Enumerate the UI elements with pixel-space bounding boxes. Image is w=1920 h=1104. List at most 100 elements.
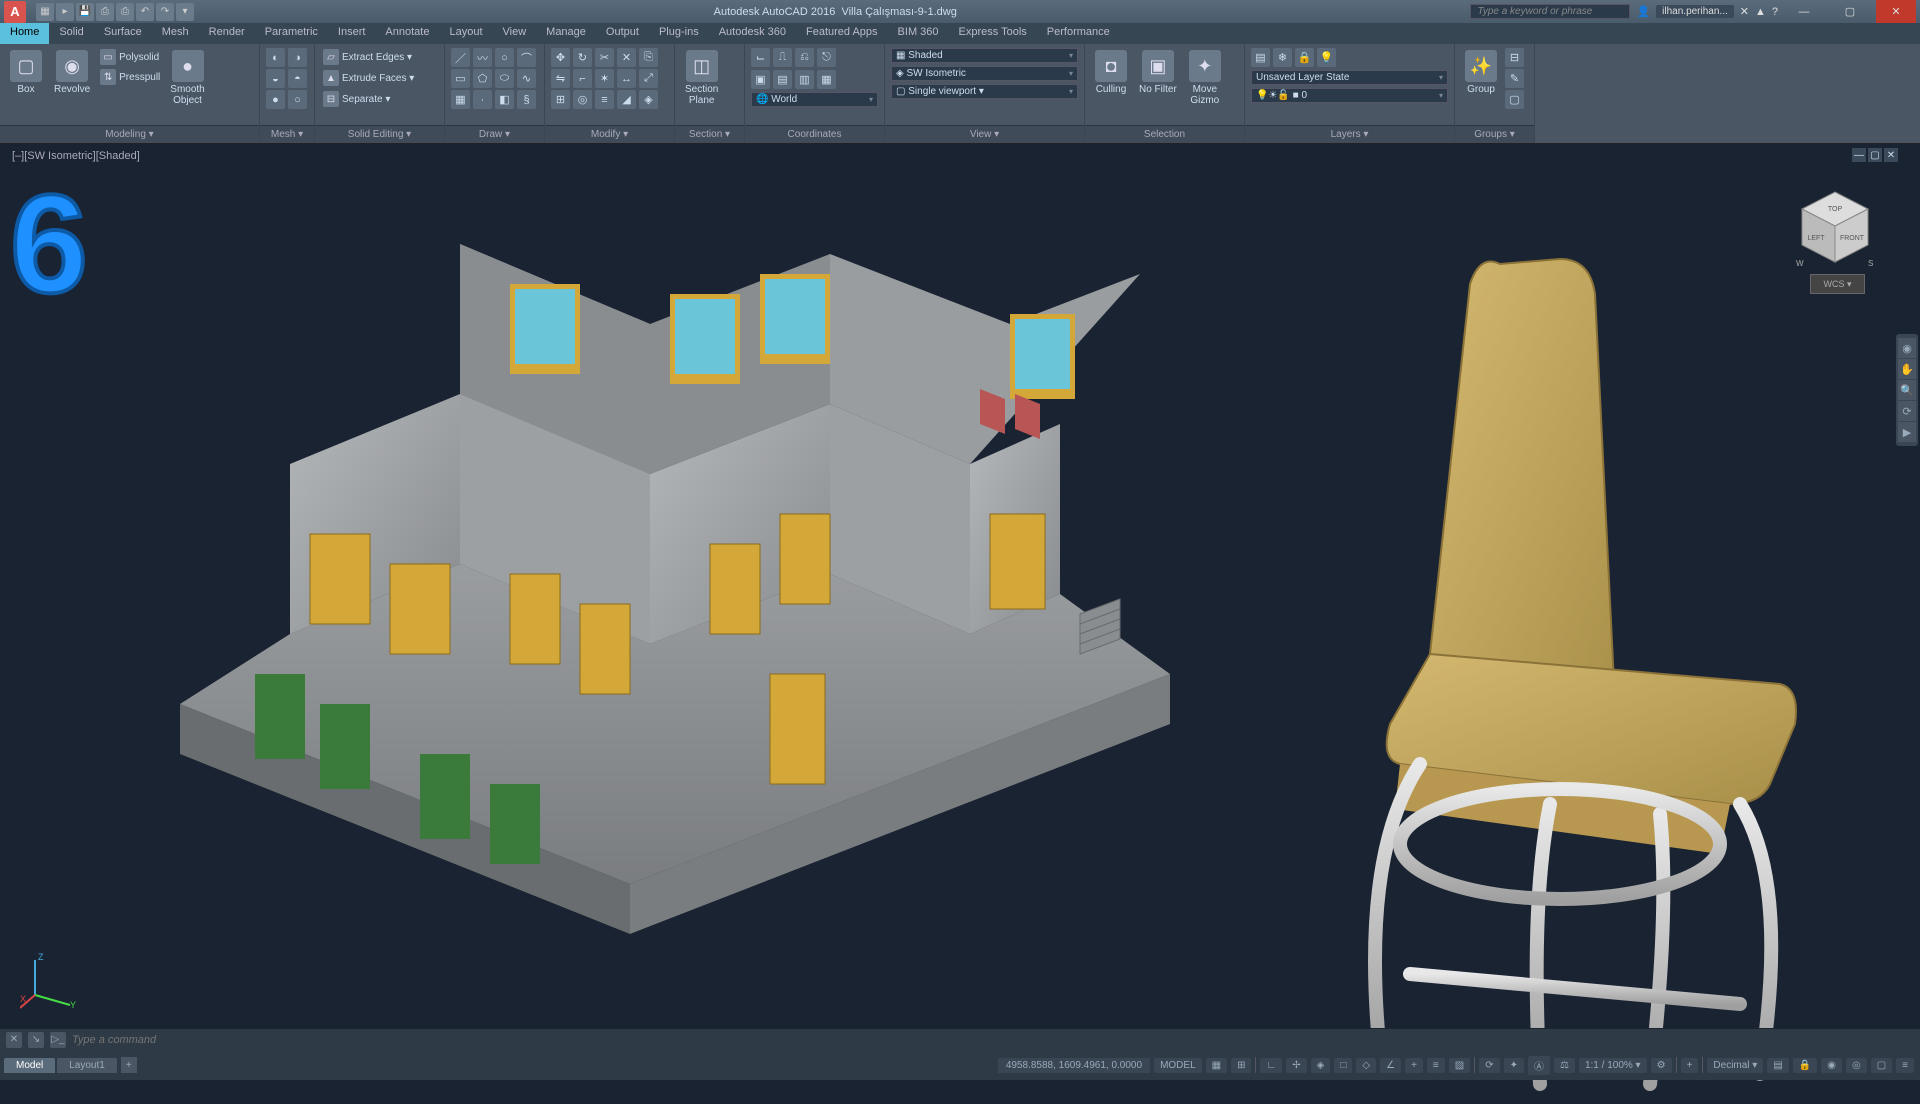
model-space-toggle[interactable]: MODEL bbox=[1154, 1058, 1202, 1073]
otrack-toggle-icon[interactable]: ∠ bbox=[1380, 1058, 1401, 1073]
trim-icon[interactable]: ✂ bbox=[595, 48, 614, 67]
tab-performance[interactable]: Performance bbox=[1037, 23, 1120, 44]
minimize-button[interactable]: — bbox=[1784, 0, 1824, 23]
tab-solid[interactable]: Solid bbox=[49, 23, 93, 44]
3dalign-icon[interactable]: ◈ bbox=[639, 90, 658, 109]
panel-title-view[interactable]: View ▾ bbox=[885, 125, 1084, 143]
transparency-toggle-icon[interactable]: ▨ bbox=[1449, 1058, 1470, 1073]
viewport-config-dropdown[interactable]: ▢ Single viewport ▾▾ bbox=[891, 84, 1078, 99]
customization-icon[interactable]: ≡ bbox=[1896, 1058, 1914, 1073]
tab-bim360[interactable]: BIM 360 bbox=[888, 23, 949, 44]
presspull-button[interactable]: ⇅Presspull bbox=[98, 68, 162, 86]
exchange-icon[interactable]: ✕ bbox=[1740, 5, 1749, 18]
snap-toggle-icon[interactable]: ⊞ bbox=[1231, 1058, 1251, 1073]
mirror-icon[interactable]: ⇋ bbox=[551, 69, 570, 88]
box-button[interactable]: ▢Box bbox=[6, 48, 46, 97]
nav-zoom-icon[interactable]: 🔍 bbox=[1898, 380, 1916, 400]
panel-title-modify[interactable]: Modify ▾ bbox=[545, 125, 674, 143]
draw-rect-icon[interactable]: ▭ bbox=[451, 69, 470, 88]
tab-home[interactable]: Home bbox=[0, 23, 49, 44]
draw-region-icon[interactable]: ◧ bbox=[495, 90, 514, 109]
mesh-btn4-icon[interactable]: ◓ bbox=[288, 69, 307, 88]
mesh-btn1-icon[interactable]: ◐ bbox=[266, 48, 285, 67]
stretch-icon[interactable]: ↔ bbox=[617, 69, 636, 88]
viewport-label[interactable]: [–][SW Isometric][Shaded] bbox=[12, 150, 140, 162]
culling-button[interactable]: ◘Culling bbox=[1091, 48, 1131, 97]
layer-prop-icon[interactable]: ▤ bbox=[1251, 48, 1270, 67]
ucs-icon6[interactable]: ▤ bbox=[773, 70, 792, 89]
coordinate-system-dropdown[interactable]: 🌐 World▾ bbox=[751, 92, 878, 107]
tab-plugins[interactable]: Plug-ins bbox=[649, 23, 709, 44]
panel-title-mesh[interactable]: Mesh ▾ bbox=[260, 125, 314, 143]
mesh-btn6-icon[interactable]: ○ bbox=[288, 90, 307, 109]
ucs-icon8[interactable]: ▦ bbox=[817, 70, 836, 89]
ucs-icon7[interactable]: ▥ bbox=[795, 70, 814, 89]
mesh-btn2-icon[interactable]: ◑ bbox=[288, 48, 307, 67]
draw-polyline-icon[interactable]: 〰 bbox=[473, 48, 492, 67]
draw-ellipse-icon[interactable]: ⬭ bbox=[495, 69, 514, 88]
tab-view[interactable]: View bbox=[493, 23, 537, 44]
qat-saveas-icon[interactable]: ⎙ bbox=[96, 3, 114, 21]
copy-icon[interactable]: ⎘ bbox=[639, 48, 658, 67]
ucs-icon4[interactable]: ⎋ bbox=[817, 48, 836, 67]
layer-off-icon[interactable]: 💡 bbox=[1317, 48, 1336, 67]
qat-undo-icon[interactable]: ↶ bbox=[136, 3, 154, 21]
draw-point-icon[interactable]: · bbox=[473, 90, 492, 109]
smooth-object-button[interactable]: ●Smooth Object bbox=[166, 48, 208, 108]
qat-open-icon[interactable]: ▸ bbox=[56, 3, 74, 21]
layer-freeze-icon[interactable]: ❄ bbox=[1273, 48, 1292, 67]
lock-ui-icon[interactable]: 🔒 bbox=[1793, 1058, 1817, 1073]
view-cube[interactable]: TOP LEFT FRONT W S bbox=[1790, 184, 1880, 274]
layer-state-dropdown[interactable]: Unsaved Layer State▾ bbox=[1251, 70, 1448, 85]
revolve-button[interactable]: ◉Revolve bbox=[50, 48, 94, 97]
tab-featured-apps[interactable]: Featured Apps bbox=[796, 23, 888, 44]
ucs-icon1[interactable]: ⌙ bbox=[751, 48, 770, 67]
viewport-maximize-icon[interactable]: ▢ bbox=[1868, 148, 1882, 162]
move-icon[interactable]: ✥ bbox=[551, 48, 570, 67]
units-dropdown[interactable]: Decimal ▾ bbox=[1707, 1058, 1763, 1073]
maximize-button[interactable]: ▢ bbox=[1830, 0, 1870, 23]
ucs-icon2[interactable]: ⎍ bbox=[773, 48, 792, 67]
qat-save-icon[interactable]: 💾 bbox=[76, 3, 94, 21]
panel-title-coordinates[interactable]: Coordinates bbox=[745, 125, 884, 143]
tab-insert[interactable]: Insert bbox=[328, 23, 376, 44]
hardware-accel-icon[interactable]: ◉ bbox=[1821, 1058, 1842, 1073]
draw-hatch-icon[interactable]: ▦ bbox=[451, 90, 470, 109]
panel-title-draw[interactable]: Draw ▾ bbox=[445, 125, 544, 143]
extract-edges-button[interactable]: ▱Extract Edges ▾ bbox=[321, 48, 416, 66]
close-button[interactable]: ✕ bbox=[1876, 0, 1916, 23]
viewport-close-icon[interactable]: ✕ bbox=[1884, 148, 1898, 162]
clean-screen-icon[interactable]: ▢ bbox=[1871, 1058, 1892, 1073]
nofilter-button[interactable]: ▣No Filter bbox=[1135, 48, 1181, 97]
tab-parametric[interactable]: Parametric bbox=[255, 23, 328, 44]
cmd-close-icon[interactable]: ✕ bbox=[6, 1032, 22, 1048]
explode-icon[interactable]: ✶ bbox=[595, 69, 614, 88]
osnap-toggle-icon[interactable]: □ bbox=[1334, 1058, 1352, 1073]
annotation-monitor-icon[interactable]: + bbox=[1681, 1058, 1699, 1073]
ucs-icon3[interactable]: ⎌ bbox=[795, 48, 814, 67]
nav-orbit-icon[interactable]: ⟳ bbox=[1898, 401, 1916, 421]
move-gizmo-button[interactable]: ✦Move Gizmo bbox=[1185, 48, 1225, 108]
tab-surface[interactable]: Surface bbox=[94, 23, 152, 44]
chamfer-icon[interactable]: ◢ bbox=[617, 90, 636, 109]
lineweight-toggle-icon[interactable]: ≡ bbox=[1427, 1058, 1445, 1073]
nav-fullnav-icon[interactable]: ◉ bbox=[1898, 338, 1916, 358]
annoscale-icon[interactable]: ⚖ bbox=[1554, 1058, 1575, 1073]
panel-title-solid-editing[interactable]: Solid Editing ▾ bbox=[315, 125, 444, 143]
tab-output[interactable]: Output bbox=[596, 23, 649, 44]
qat-dropdown-icon[interactable]: ▾ bbox=[176, 3, 194, 21]
model-tab[interactable]: Model bbox=[4, 1058, 55, 1073]
group-edit-icon[interactable]: ✎ bbox=[1505, 69, 1524, 88]
layout1-tab[interactable]: Layout1 bbox=[57, 1058, 117, 1073]
draw-poly-icon[interactable]: ⬠ bbox=[473, 69, 492, 88]
signin-icon[interactable]: 👤 bbox=[1636, 5, 1650, 18]
help-icon[interactable]: ? bbox=[1772, 6, 1778, 18]
rotate-icon[interactable]: ↻ bbox=[573, 48, 592, 67]
tab-render[interactable]: Render bbox=[199, 23, 255, 44]
draw-line-icon[interactable]: ／ bbox=[451, 48, 470, 67]
layer-dropdown[interactable]: 💡☀🔓 ■ 0▾ bbox=[1251, 88, 1448, 103]
qat-new-icon[interactable]: ▦ bbox=[36, 3, 54, 21]
tab-mesh[interactable]: Mesh bbox=[152, 23, 199, 44]
separate-button[interactable]: ⊟Separate ▾ bbox=[321, 90, 416, 108]
layer-lock-icon[interactable]: 🔒 bbox=[1295, 48, 1314, 67]
